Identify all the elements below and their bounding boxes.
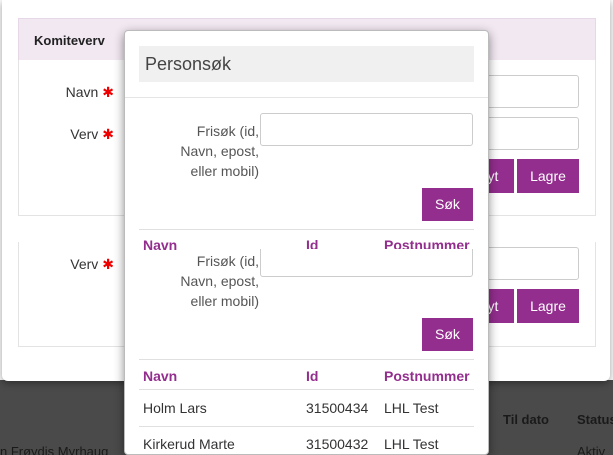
- row-postnr: LHL Test: [384, 400, 439, 416]
- column-header-til-dato: Til dato: [503, 412, 549, 427]
- column-header-postnummer[interactable]: Postnummer: [384, 368, 470, 384]
- divider: [139, 389, 474, 390]
- table-cell-name: n Frøydis Myrhaug: [0, 444, 109, 455]
- verv-label-second-text: Verv: [70, 256, 99, 272]
- verv-label-second: Verv ✱: [34, 256, 114, 273]
- frisok-label-line: Navn, epost,: [180, 143, 259, 159]
- navn-label: Navn ✱: [34, 84, 114, 101]
- personsok-title: Personsøk: [145, 54, 232, 74]
- row-id: 31500434: [306, 400, 369, 416]
- divider: [139, 359, 474, 360]
- verv-label: Verv ✱: [34, 126, 114, 143]
- column-header-status: Status: [577, 412, 613, 427]
- frisok-label-line: Frisøk (id,: [196, 253, 259, 269]
- frisok-label-line: Frisøk (id,: [196, 123, 259, 139]
- frisok-label-line: eller mobil): [190, 163, 259, 179]
- divider: [139, 229, 474, 230]
- row-id: 31500432: [306, 436, 369, 452]
- personsok-modal: Personsøk Frisøk (id, Navn, epost, eller…: [124, 30, 489, 455]
- sok-button[interactable]: Søk: [422, 188, 473, 221]
- required-icon: ✱: [102, 84, 114, 100]
- frisok-input[interactable]: [260, 113, 473, 146]
- personsok-header: Personsøk: [139, 46, 474, 82]
- table-cell-status: Aktiv: [577, 444, 606, 455]
- verv-label-text: Verv: [70, 126, 99, 142]
- save-button-second[interactable]: Lagre: [517, 289, 579, 323]
- frisok-label-second: Frisøk (id, Navn, epost, eller mobil): [145, 251, 259, 311]
- frisok-input-second[interactable]: [260, 249, 473, 277]
- frisok-label: Frisøk (id, Navn, epost, eller mobil): [145, 121, 259, 181]
- column-header-id[interactable]: Id: [306, 368, 318, 384]
- sok-button-second[interactable]: Søk: [422, 318, 473, 351]
- komiteverv-title: Komiteverv: [34, 33, 105, 48]
- frisok-label-line: Navn, epost,: [180, 273, 259, 289]
- frisok-label-line: eller mobil): [190, 293, 259, 309]
- column-header-navn[interactable]: Navn: [143, 368, 177, 384]
- row-name: Kirkerud Marte: [143, 436, 235, 452]
- divider: [139, 426, 474, 427]
- required-icon: ✱: [102, 256, 114, 272]
- header-divider: [125, 97, 488, 98]
- navn-label-text: Navn: [65, 84, 99, 100]
- required-icon: ✱: [102, 126, 114, 142]
- row-postnr: LHL Test: [384, 436, 439, 452]
- row-name: Holm Lars: [143, 400, 207, 416]
- save-button[interactable]: Lagre: [517, 159, 579, 193]
